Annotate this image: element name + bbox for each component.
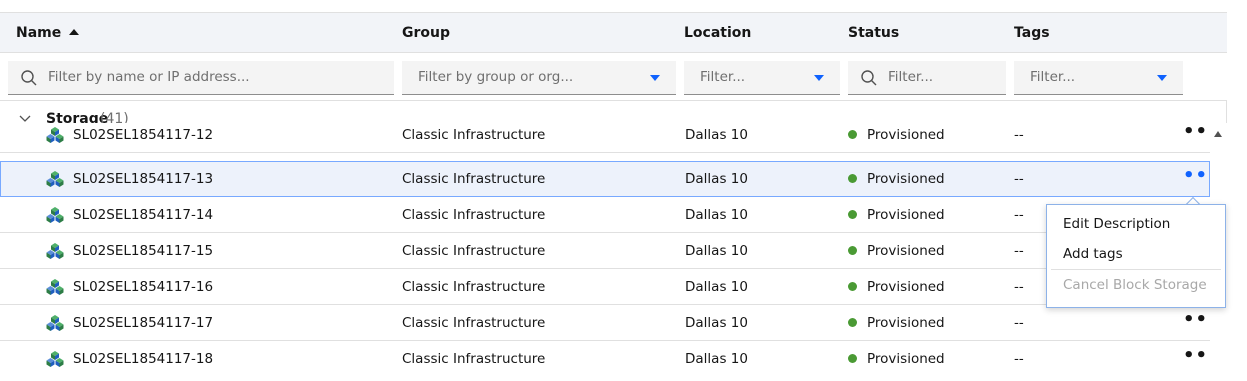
tags-filter-dropdown[interactable]: Filter... (1014, 61, 1183, 95)
name-filter-placeholder: Filter by name or IP address... (48, 69, 250, 85)
column-header-tags[interactable]: Tags (1014, 13, 1050, 53)
overflow-menu-icon[interactable]: ••• (1183, 341, 1210, 369)
row-group: Classic Infrastructure (402, 315, 546, 331)
row-status: Provisioned (848, 123, 945, 153)
row-group: Classic Infrastructure (402, 207, 546, 223)
group-filter-placeholder: Filter by group or org... (418, 69, 574, 85)
row-status-label: Provisioned (867, 315, 945, 331)
chevron-down-icon (814, 75, 824, 81)
table-row[interactable]: SL02SEL1854117-13 Classic Infrastructure… (0, 161, 1210, 197)
column-header-location[interactable]: Location (684, 13, 751, 53)
chevron-down-icon (1157, 75, 1167, 81)
row-tags: -- (1014, 315, 1024, 331)
status-dot-icon (848, 130, 857, 139)
row-status: Provisioned (848, 233, 945, 269)
table-row[interactable]: SL02SEL1854117-12 Classic Infrastructure… (0, 123, 1210, 153)
sort-ascending-icon[interactable] (69, 29, 80, 35)
row-tags: -- (1014, 279, 1024, 295)
row-group: Classic Infrastructure (402, 127, 546, 143)
row-status-label: Provisioned (867, 243, 945, 259)
menu-item-edit-description[interactable]: Edit Description (1063, 209, 1170, 239)
tags-filter-placeholder: Filter... (1030, 69, 1076, 85)
row-status: Provisioned (848, 341, 945, 369)
column-name-label: Name (16, 25, 62, 41)
row-context-menu: Edit Description Add tags Cancel Block S… (1046, 204, 1226, 308)
row-tags: -- (1014, 171, 1024, 187)
row-status: Provisioned (848, 162, 945, 198)
overflow-menu-icon[interactable]: ••• (1183, 305, 1210, 341)
block-storage-icon (46, 127, 64, 143)
column-header-status[interactable]: Status (848, 13, 899, 53)
status-dot-icon (848, 354, 857, 363)
table-row[interactable]: SL02SEL1854117-14 Classic Infrastructure… (0, 197, 1210, 233)
row-name[interactable]: SL02SEL1854117-18 (73, 341, 213, 369)
scroll-up-arrow-icon[interactable] (1214, 131, 1222, 137)
block-storage-icon (46, 279, 64, 295)
row-location: Dallas 10 (685, 171, 748, 187)
table-body: SL02SEL1854117-12 Classic Infrastructure… (0, 123, 1210, 369)
row-status-label: Provisioned (867, 279, 945, 295)
column-header-group[interactable]: Group (402, 13, 450, 53)
block-storage-icon (46, 171, 64, 187)
status-dot-icon (848, 174, 857, 183)
row-group: Classic Infrastructure (402, 351, 546, 367)
row-group: Classic Infrastructure (402, 279, 546, 295)
status-dot-icon (848, 282, 857, 291)
row-tags: -- (1014, 351, 1024, 367)
row-name[interactable]: SL02SEL1854117-13 (73, 162, 213, 198)
menu-item-add-tags[interactable]: Add tags (1063, 239, 1123, 269)
table-row[interactable]: SL02SEL1854117-17 Classic Infrastructure… (0, 305, 1210, 341)
row-status: Provisioned (848, 305, 945, 341)
overflow-menu-icon[interactable]: ••• (1183, 123, 1210, 153)
status-filter-input[interactable]: Filter... (848, 61, 1006, 95)
table-row[interactable]: SL02SEL1854117-15 Classic Infrastructure… (0, 233, 1210, 269)
row-name[interactable]: SL02SEL1854117-12 (73, 123, 213, 153)
block-storage-icon (46, 315, 64, 331)
status-dot-icon (848, 318, 857, 327)
menu-item-cancel-block-storage: Cancel Block Storage (1063, 277, 1207, 293)
row-name[interactable]: SL02SEL1854117-17 (73, 305, 213, 341)
search-icon (861, 70, 877, 86)
row-status: Provisioned (848, 269, 945, 305)
row-location: Dallas 10 (685, 351, 748, 367)
table-header: Name Group Location Status Tags (0, 13, 1227, 53)
location-filter-dropdown[interactable]: Filter... (684, 61, 840, 95)
row-status-label: Provisioned (867, 127, 945, 143)
search-icon (21, 70, 37, 86)
status-filter-placeholder: Filter... (888, 69, 934, 85)
overflow-menu-icon[interactable]: ••• (1183, 162, 1210, 198)
row-tags: -- (1014, 127, 1024, 143)
row-tags: -- (1014, 243, 1024, 259)
row-group: Classic Infrastructure (402, 243, 546, 259)
location-filter-placeholder: Filter... (700, 69, 746, 85)
row-location: Dallas 10 (685, 315, 748, 331)
group-filter-dropdown[interactable]: Filter by group or org... (402, 61, 676, 95)
block-storage-icon (46, 351, 64, 367)
row-tags: -- (1014, 207, 1024, 223)
status-dot-icon (848, 246, 857, 255)
filter-row: Filter by name or IP address... Filter b… (0, 53, 1227, 101)
row-location: Dallas 10 (685, 207, 748, 223)
row-location: Dallas 10 (685, 279, 748, 295)
row-name[interactable]: SL02SEL1854117-14 (73, 197, 213, 233)
row-location: Dallas 10 (685, 127, 748, 143)
block-storage-icon (46, 243, 64, 259)
row-location: Dallas 10 (685, 243, 748, 259)
row-group: Classic Infrastructure (402, 171, 546, 187)
name-filter-input[interactable]: Filter by name or IP address... (8, 61, 394, 95)
row-name[interactable]: SL02SEL1854117-16 (73, 269, 213, 305)
column-header-name[interactable]: Name (16, 13, 80, 53)
row-status-label: Provisioned (867, 207, 945, 223)
table-row[interactable]: SL02SEL1854117-18 Classic Infrastructure… (0, 341, 1210, 369)
row-status-label: Provisioned (867, 351, 945, 367)
status-dot-icon (848, 210, 857, 219)
row-status: Provisioned (848, 197, 945, 233)
table-row[interactable]: SL02SEL1854117-16 Classic Infrastructure… (0, 269, 1210, 305)
chevron-down-icon (650, 75, 660, 81)
row-name[interactable]: SL02SEL1854117-15 (73, 233, 213, 269)
block-storage-icon (46, 207, 64, 223)
row-status-label: Provisioned (867, 171, 945, 187)
